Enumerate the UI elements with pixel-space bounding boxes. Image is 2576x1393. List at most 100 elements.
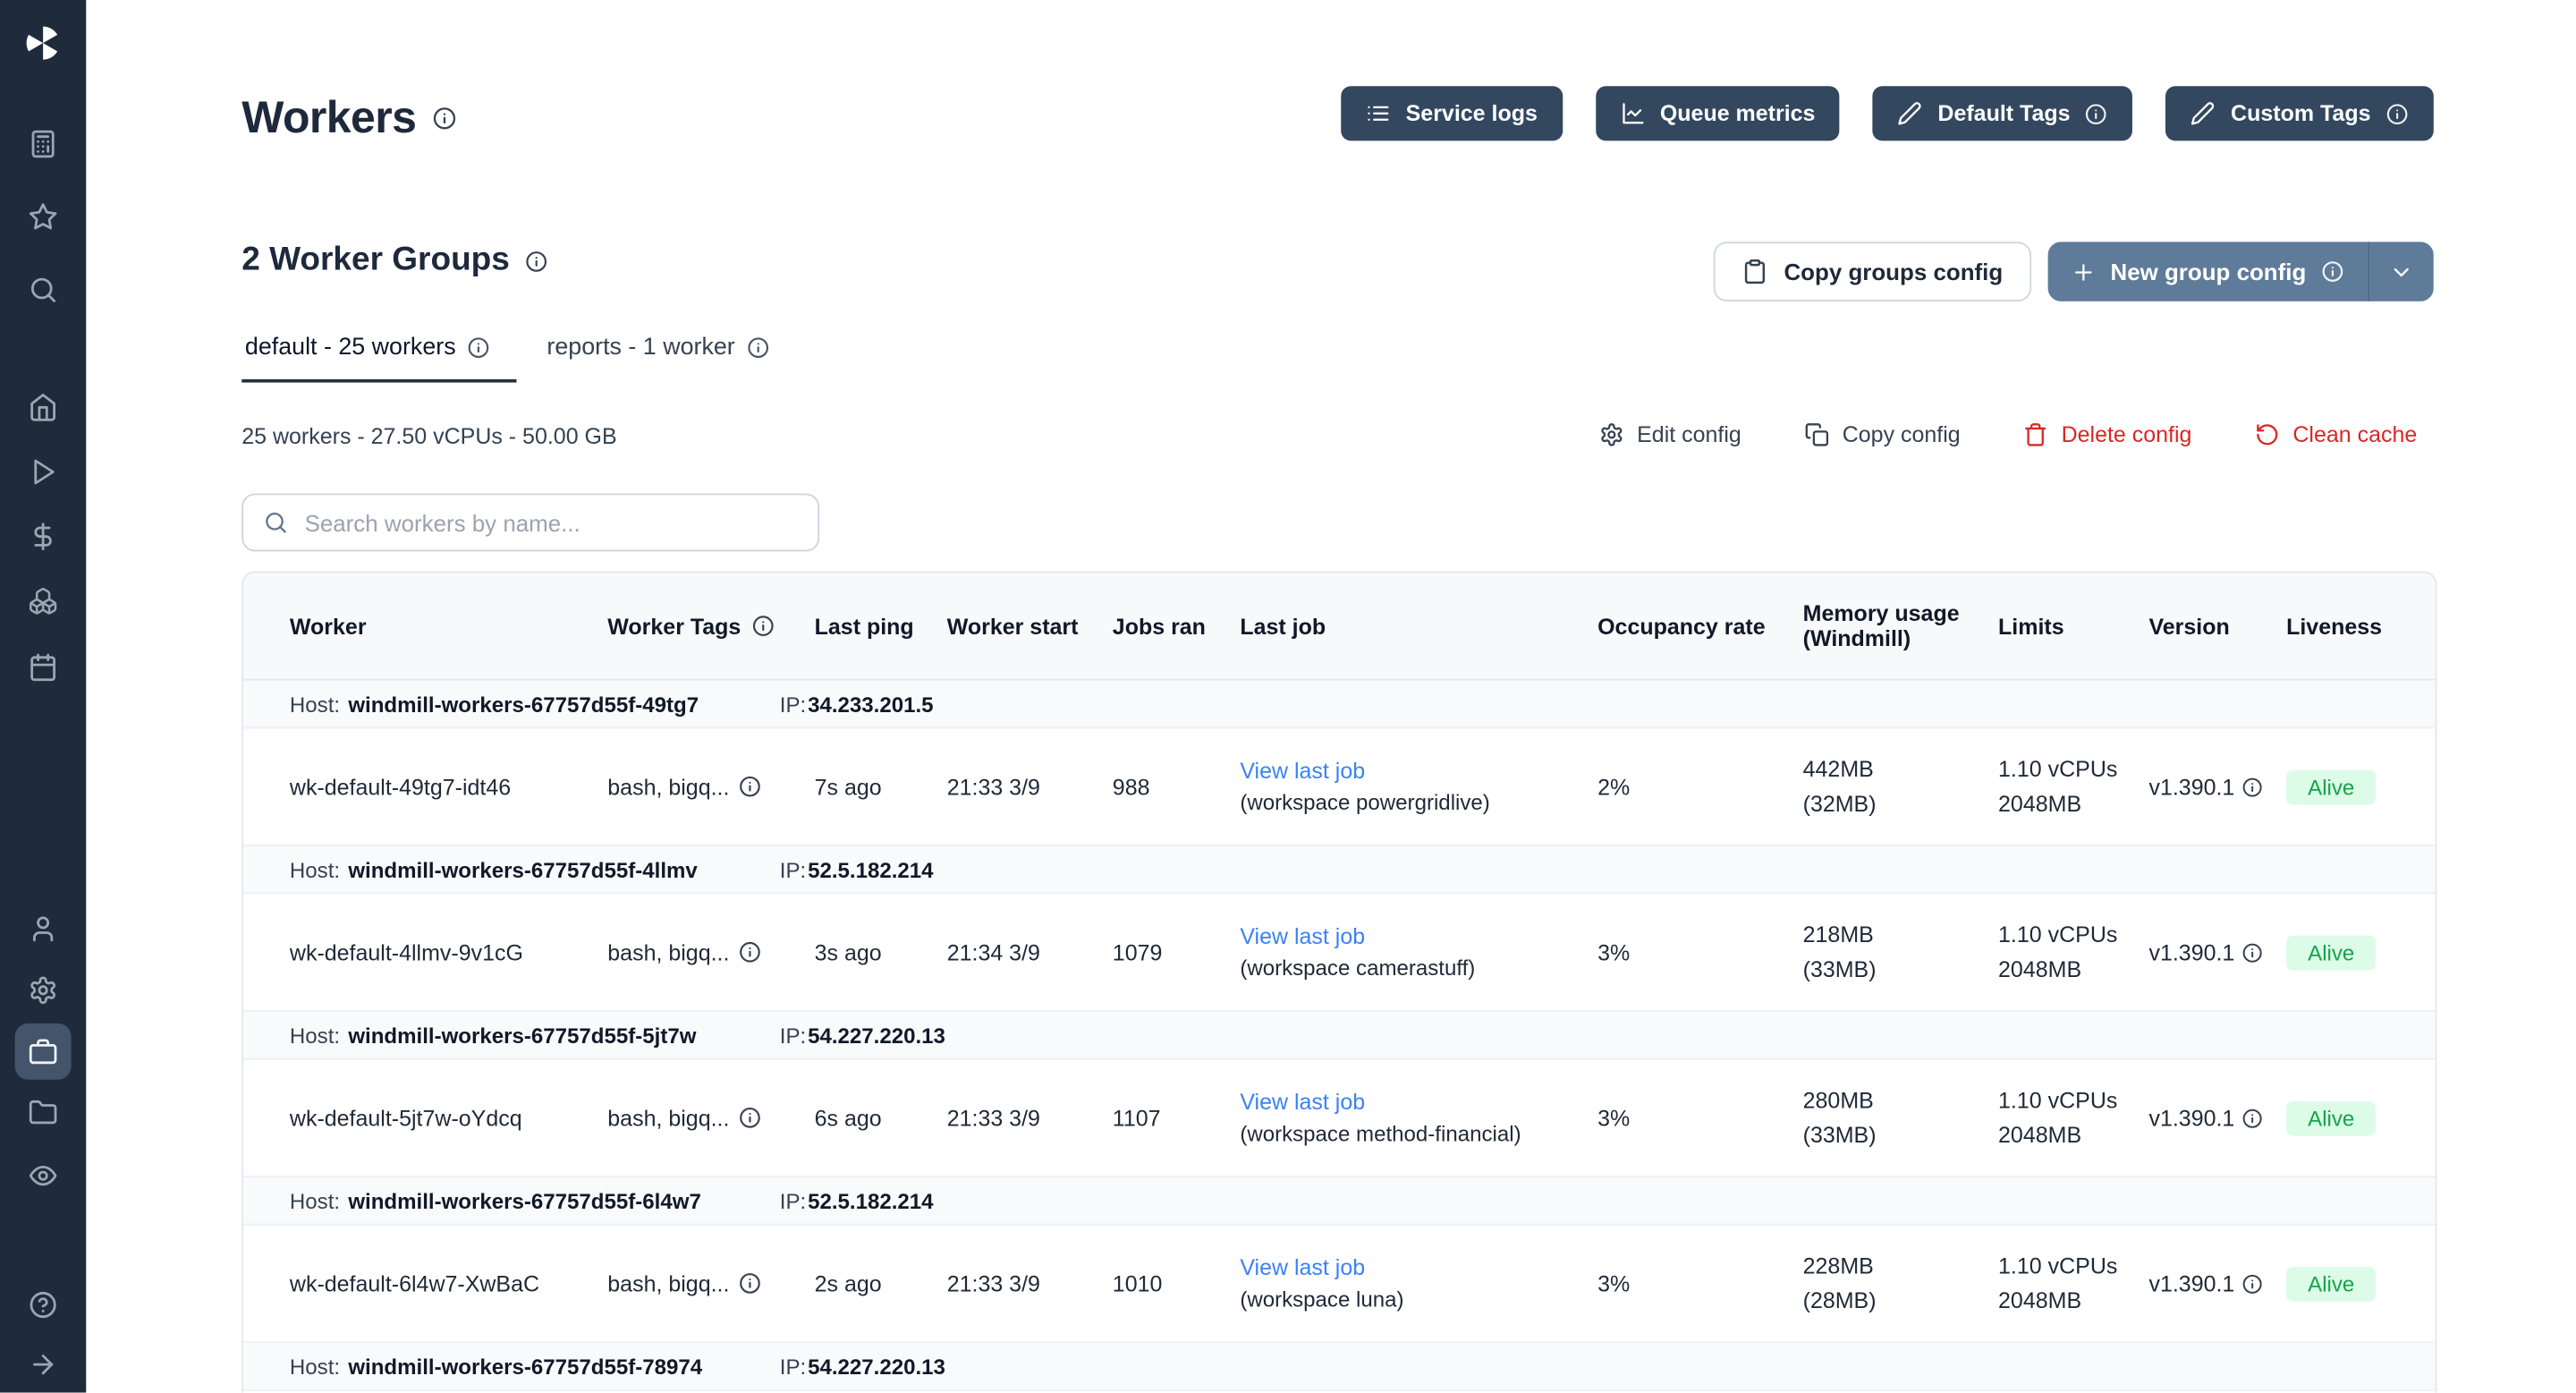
worker-tags-text: bash, bigq...: [607, 939, 729, 964]
liveness-badge: Alive: [2286, 769, 2376, 804]
queue-metrics-label: Queue metrics: [1660, 101, 1816, 126]
new-group-config-dropdown[interactable]: [2368, 242, 2434, 302]
pencil-icon: [1898, 101, 1923, 126]
info-icon[interactable]: [738, 940, 761, 964]
info-icon[interactable]: [738, 775, 761, 798]
info-icon[interactable]: [738, 1271, 761, 1295]
host-ip: IP: 54.227.220.13: [780, 1354, 945, 1379]
host-name: windmill-workers-67757d55f-5jt7w: [348, 1023, 696, 1048]
last-job: View last job (workspace camerastuff): [1240, 924, 1597, 981]
service-logs-button[interactable]: Service logs: [1341, 86, 1562, 140]
memory-usage: 228MB (28MB): [1803, 1249, 1998, 1319]
help-icon: [28, 1290, 57, 1320]
sidebar-item-schedules[interactable]: [15, 639, 72, 695]
edit-config-button[interactable]: Edit config: [1599, 422, 1741, 447]
liveness-badge: Alive: [2286, 1266, 2376, 1301]
info-icon[interactable]: [2241, 1272, 2263, 1294]
col-worker-tags: Worker Tags: [607, 614, 814, 639]
info-icon[interactable]: [2241, 776, 2263, 797]
jobs-ran: 1010: [1113, 1271, 1241, 1296]
limits: 1.10 vCPUs 2048MB: [1998, 1249, 2148, 1319]
queue-metrics-button[interactable]: Queue metrics: [1596, 86, 1841, 140]
occupancy-rate: 3%: [1597, 1105, 1803, 1130]
info-icon[interactable]: [2321, 260, 2344, 284]
liveness: Alive: [2286, 769, 2436, 804]
sidebar-item-resources[interactable]: [15, 573, 72, 629]
col-worker: Worker: [243, 614, 607, 639]
info-icon[interactable]: [2241, 941, 2263, 963]
info-icon[interactable]: [525, 250, 548, 273]
windmill-logo[interactable]: [23, 23, 63, 63]
home-icon: [28, 393, 57, 422]
table-header: Worker Worker Tags Last ping Worker star…: [243, 573, 2436, 680]
last-job-workspace: (workspace powergridlive): [1240, 790, 1580, 815]
sidebar-item-home[interactable]: [15, 379, 72, 436]
view-last-job-link[interactable]: View last job: [1240, 759, 1365, 784]
info-icon[interactable]: [750, 615, 774, 638]
host-label: Host:: [290, 1023, 340, 1048]
view-last-job-link[interactable]: View last job: [1240, 924, 1365, 949]
default-tags-button[interactable]: Default Tags: [1873, 86, 2133, 140]
tab-reports[interactable]: reports - 1 worker: [544, 335, 796, 383]
sidebar-item-settings[interactable]: [15, 962, 72, 1018]
sidebar-item-search[interactable]: [15, 261, 72, 318]
sidebar-item-folders[interactable]: [15, 1084, 72, 1141]
info-icon[interactable]: [738, 1106, 761, 1129]
ip-value: 54.227.220.13: [808, 1023, 945, 1048]
info-icon[interactable]: [433, 106, 458, 131]
info-icon[interactable]: [747, 336, 770, 360]
info-icon[interactable]: [468, 336, 491, 360]
sidebar-item-workers[interactable]: [15, 1024, 72, 1080]
view-last-job-link[interactable]: View last job: [1240, 1255, 1365, 1280]
memory-usage: 280MB (33MB): [1803, 1083, 1998, 1152]
limit-memory: 2048MB: [1998, 952, 2132, 987]
ip-value: 54.227.220.13: [808, 1354, 945, 1379]
worker-name: wk-default-4llmv-9v1cG: [243, 939, 607, 964]
tab-default-label: default - 25 workers: [245, 335, 456, 361]
sidebar-item-favorites[interactable]: [15, 189, 72, 245]
host-row: Host: windmill-workers-67757d55f-6l4w7 I…: [243, 1177, 2436, 1226]
host-label: Host:: [290, 692, 340, 717]
sidebar-item-runs[interactable]: [15, 444, 72, 500]
copy-groups-config-button[interactable]: Copy groups config: [1713, 242, 2031, 302]
ip-label: IP:: [780, 1188, 806, 1213]
search-input[interactable]: [305, 509, 818, 536]
ip-value: 52.5.182.214: [808, 1188, 933, 1213]
worker-tags: bash, bigq...: [607, 1271, 814, 1296]
info-icon[interactable]: [2241, 1107, 2263, 1128]
sidebar-item-variables[interactable]: [15, 508, 72, 565]
service-logs-label: Service logs: [1406, 101, 1538, 126]
search-icon: [263, 510, 288, 535]
host-row: Host: windmill-workers-67757d55f-78974 I…: [243, 1343, 2436, 1391]
search-box: [242, 494, 819, 552]
clipboard-icon: [1741, 259, 1767, 285]
occupancy-rate: 3%: [1597, 939, 1803, 964]
copy-config-button[interactable]: Copy config: [1804, 422, 1961, 447]
sidebar-item-help[interactable]: [15, 1277, 72, 1333]
new-group-config-button[interactable]: New group config: [2047, 242, 2368, 302]
last-ping: 2s ago: [815, 1271, 947, 1296]
ip-label: IP:: [780, 1023, 806, 1048]
jobs-ran: 988: [1113, 774, 1241, 799]
custom-tags-button[interactable]: Custom Tags: [2166, 86, 2434, 140]
memory-windmill: (28MB): [1803, 1283, 1982, 1318]
limits: 1.10 vCPUs 2048MB: [1998, 1083, 2148, 1152]
last-ping: 7s ago: [815, 774, 947, 799]
tab-default[interactable]: default - 25 workers: [242, 335, 517, 383]
col-last-ping: Last ping: [815, 614, 947, 639]
info-icon[interactable]: [2385, 102, 2409, 125]
delete-config-button[interactable]: Delete config: [2023, 422, 2191, 447]
group-summary: 25 workers - 27.50 vCPUs - 50.00 GB: [242, 424, 616, 449]
worker-groups-title: 2 Worker Groups: [242, 242, 510, 280]
clean-cache-button[interactable]: Clean cache: [2255, 422, 2418, 447]
jobs-ran: 1079: [1113, 939, 1241, 964]
view-last-job-link[interactable]: View last job: [1240, 1090, 1365, 1115]
liveness: Alive: [2286, 1100, 2436, 1135]
clean-cache-label: Clean cache: [2292, 422, 2417, 447]
sidebar-expand-button[interactable]: [15, 1337, 72, 1393]
sidebar-item-users[interactable]: [15, 901, 72, 957]
plus-icon: [2071, 259, 2096, 285]
sidebar-item-apps[interactable]: [15, 116, 72, 173]
info-icon[interactable]: [2085, 102, 2108, 125]
sidebar-item-audit-logs[interactable]: [15, 1148, 72, 1204]
